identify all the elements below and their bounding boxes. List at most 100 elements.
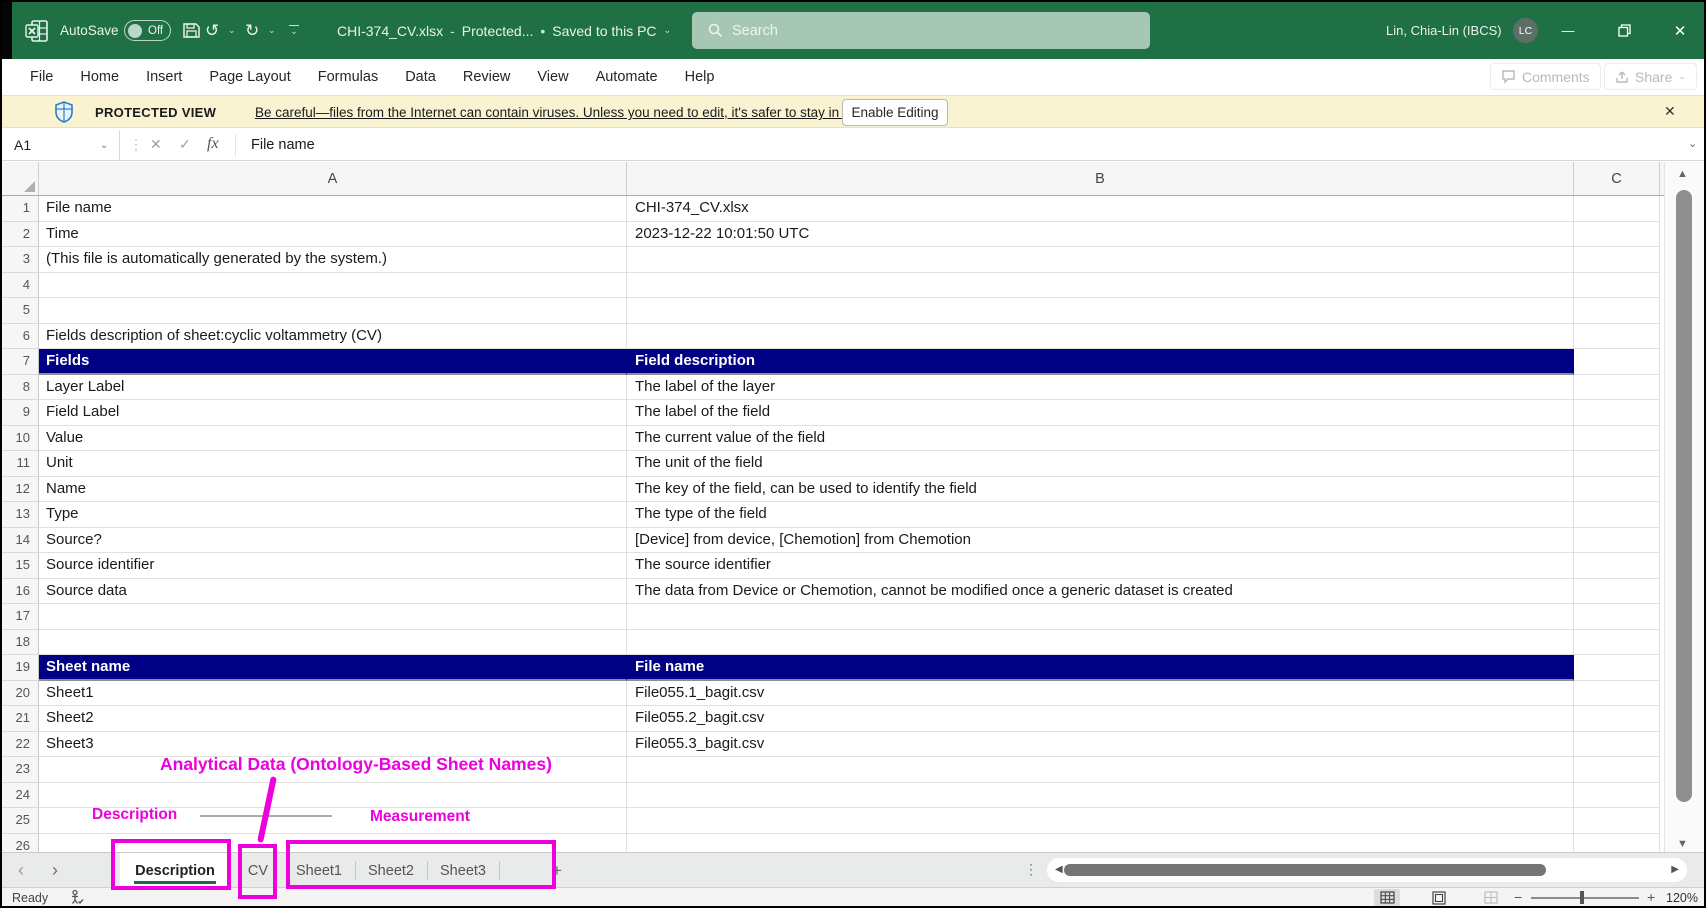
cell-c23[interactable]	[1574, 757, 1660, 783]
cell-c19[interactable]	[1574, 655, 1660, 681]
cell-c13[interactable]	[1574, 502, 1660, 528]
cell-a17[interactable]	[39, 604, 627, 630]
cell-c7[interactable]	[1574, 349, 1660, 375]
formula-input[interactable]: File name	[251, 137, 315, 153]
cell-a20[interactable]: Sheet1	[39, 681, 627, 707]
cell-a15[interactable]: Source identifier	[39, 553, 627, 579]
cell-c20[interactable]	[1574, 681, 1660, 707]
cell-b12[interactable]: The key of the field, can be used to ide…	[627, 477, 1574, 503]
cell-a7[interactable]: Fields	[39, 349, 627, 375]
cell-b15[interactable]: The source identifier	[627, 553, 1574, 579]
cell-a3[interactable]: (This file is automatically generated by…	[39, 247, 627, 273]
cell-b14[interactable]: [Device] from device, [Chemotion] from C…	[627, 528, 1574, 554]
close-button[interactable]: ✕	[1658, 2, 1702, 59]
avatar[interactable]: LC	[1513, 18, 1538, 43]
cell-b25[interactable]	[627, 808, 1574, 834]
scroll-left-icon[interactable]: ◀	[1055, 864, 1063, 875]
row-number[interactable]: 11	[2, 451, 39, 477]
row-number[interactable]: 5	[2, 298, 39, 324]
autosave-toggle[interactable]: Off	[124, 20, 171, 41]
cell-b10[interactable]: The current value of the field	[627, 426, 1574, 452]
scroll-up-icon[interactable]: ▲	[1677, 168, 1688, 180]
cell-b8[interactable]: The label of the layer	[627, 375, 1574, 401]
cell-c9[interactable]	[1574, 400, 1660, 426]
cell-c11[interactable]	[1574, 451, 1660, 477]
cell-b13[interactable]: The type of the field	[627, 502, 1574, 528]
cell-a1[interactable]: File name	[39, 196, 627, 222]
horizontal-scrollbar-thumb[interactable]	[1064, 864, 1546, 876]
row-number[interactable]: 12	[2, 477, 39, 503]
cell-c6[interactable]	[1574, 324, 1660, 350]
menu-tab-automate[interactable]: Automate	[596, 69, 658, 85]
zoom-out-icon[interactable]: −	[1514, 889, 1522, 905]
cell-a21[interactable]: Sheet2	[39, 706, 627, 732]
row-number[interactable]: 19	[2, 655, 39, 681]
cell-c26[interactable]	[1574, 834, 1660, 853]
share-button[interactable]: Share ⌄	[1604, 63, 1697, 90]
cell-c8[interactable]	[1574, 375, 1660, 401]
column-header-b[interactable]: B	[627, 162, 1574, 195]
user-name[interactable]: Lin, Chia-Lin (IBCS)	[1386, 2, 1502, 59]
redo-button[interactable]: ↻	[245, 2, 259, 59]
horizontal-scrollbar[interactable]: ◀ ▶	[1047, 858, 1687, 882]
menu-tab-help[interactable]: Help	[685, 69, 715, 85]
cell-a24[interactable]	[39, 783, 627, 809]
menu-tab-insert[interactable]: Insert	[146, 69, 182, 85]
save-button[interactable]	[182, 2, 201, 59]
menu-tab-review[interactable]: Review	[463, 69, 511, 85]
cell-a2[interactable]: Time	[39, 222, 627, 248]
cell-b11[interactable]: The unit of the field	[627, 451, 1574, 477]
cell-c5[interactable]	[1574, 298, 1660, 324]
cell-a19[interactable]: Sheet name	[39, 655, 627, 681]
search-input[interactable]: Search	[692, 12, 1150, 49]
cell-a5[interactable]	[39, 298, 627, 324]
banner-close-icon[interactable]: ✕	[1664, 103, 1676, 120]
cell-a4[interactable]	[39, 273, 627, 299]
zoom-slider-track[interactable]	[1531, 897, 1639, 899]
cell-b16[interactable]: The data from Device or Chemotion, canno…	[627, 579, 1574, 605]
cell-b6[interactable]	[627, 324, 1574, 350]
cell-b24[interactable]	[627, 783, 1574, 809]
sheet-scroll-left-icon[interactable]: ‹	[18, 853, 24, 888]
cell-b22[interactable]: File055.3_bagit.csv	[627, 732, 1574, 758]
cell-a6[interactable]: Fields description of sheet:cyclic volta…	[39, 324, 627, 350]
cell-b3[interactable]	[627, 247, 1574, 273]
row-number[interactable]: 22	[2, 732, 39, 758]
cell-c2[interactable]	[1574, 222, 1660, 248]
cell-b26[interactable]	[627, 834, 1574, 853]
cell-a18[interactable]	[39, 630, 627, 656]
page-break-preview-button[interactable]	[1478, 889, 1504, 906]
select-all-corner[interactable]	[2, 162, 39, 195]
undo-button[interactable]: ↺	[205, 2, 219, 59]
excel-app-icon[interactable]	[24, 2, 50, 59]
menu-tab-file[interactable]: File	[30, 69, 53, 85]
row-number[interactable]: 6	[2, 324, 39, 350]
cell-b19[interactable]: File name	[627, 655, 1574, 681]
row-number[interactable]: 17	[2, 604, 39, 630]
accessibility-icon[interactable]	[68, 889, 84, 910]
undo-dropdown-icon[interactable]: ⌄	[228, 2, 236, 59]
row-number[interactable]: 23	[2, 757, 39, 783]
cell-c17[interactable]	[1574, 604, 1660, 630]
row-number[interactable]: 18	[2, 630, 39, 656]
comments-button[interactable]: Comments	[1490, 63, 1601, 90]
menu-tab-view[interactable]: View	[537, 69, 568, 85]
cell-b5[interactable]	[627, 298, 1574, 324]
menu-tab-formulas[interactable]: Formulas	[318, 69, 378, 85]
row-number[interactable]: 15	[2, 553, 39, 579]
column-header-c[interactable]: C	[1574, 162, 1660, 195]
cell-a9[interactable]: Field Label	[39, 400, 627, 426]
tab-bar-dots-icon[interactable]: ⋮	[1024, 861, 1038, 878]
row-number[interactable]: 1	[2, 196, 39, 222]
cell-b23[interactable]	[627, 757, 1574, 783]
zoom-slider-handle[interactable]	[1580, 891, 1584, 904]
cell-a14[interactable]: Source?	[39, 528, 627, 554]
cell-b7[interactable]: Field description	[627, 349, 1574, 375]
row-number[interactable]: 13	[2, 502, 39, 528]
confirm-entry-icon[interactable]: ✓	[179, 136, 191, 153]
name-box[interactable]: A1 ⌄	[2, 130, 120, 160]
menu-tab-home[interactable]: Home	[80, 69, 119, 85]
row-number[interactable]: 14	[2, 528, 39, 554]
row-number[interactable]: 2	[2, 222, 39, 248]
row-number[interactable]: 4	[2, 273, 39, 299]
